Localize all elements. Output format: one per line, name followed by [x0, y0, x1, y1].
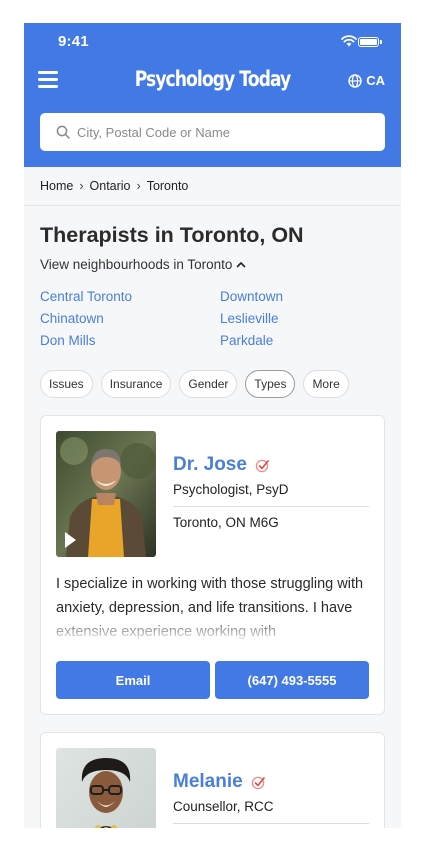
breadcrumb-toronto[interactable]: Toronto [147, 179, 189, 193]
therapist-name-link[interactable]: Melanie [173, 771, 266, 793]
neighbourhood-link-downtown[interactable]: Downtown [220, 289, 283, 304]
card-divider [173, 823, 369, 824]
therapist-card[interactable]: Melanie Counsellor, RCC [40, 732, 385, 828]
therapist-card[interactable]: Dr. Jose Psychologist, PsyD Toronto, ON … [40, 415, 385, 715]
therapist-photo[interactable] [56, 748, 156, 828]
search-bar[interactable] [40, 113, 385, 151]
verified-check-icon [255, 459, 269, 472]
filter-chip-issues[interactable]: Issues [40, 370, 93, 398]
search-input[interactable] [77, 124, 357, 140]
email-button[interactable]: Email [56, 661, 210, 699]
filter-chip-types[interactable]: Types [245, 370, 296, 398]
therapist-bio: I specialize in working with those strug… [56, 572, 372, 640]
phone-button[interactable]: (647) 493-5555 [215, 661, 369, 699]
hamburger-menu-icon[interactable] [38, 71, 58, 88]
neighbourhood-link-don-mills[interactable]: Don Mills [40, 333, 96, 348]
header: 9:41 Psychology Today CA [24, 23, 401, 167]
battery-tip [380, 40, 382, 44]
neighbourhood-link-parkdale[interactable]: Parkdale [220, 333, 273, 348]
brand-logo[interactable]: Psychology Today [58, 67, 367, 91]
breadcrumb-home[interactable]: Home [40, 179, 73, 193]
play-video-icon[interactable] [65, 532, 76, 548]
region-selector[interactable]: CA [348, 73, 385, 88]
breadcrumb-separator-icon: › [136, 179, 141, 193]
breadcrumb-separator-icon: › [79, 179, 84, 193]
page-title: Therapists in Toronto, ON [40, 223, 304, 247]
filter-chip-gender[interactable]: Gender [179, 370, 238, 398]
neighbourhood-link-chinatown[interactable]: Chinatown [40, 311, 104, 326]
neighbourhoods-toggle[interactable]: View neighbourhoods in Toronto [40, 257, 246, 272]
filter-chips: Issues Insurance Gender Types More [40, 370, 349, 398]
nav-row: Psychology Today CA [24, 61, 401, 106]
therapist-credentials: Counsellor, RCC [173, 799, 274, 814]
status-bar: 9:41 [24, 23, 401, 61]
neighbourhood-link-central-toronto[interactable]: Central Toronto [40, 289, 132, 304]
battery-icon [358, 37, 379, 47]
card-divider [173, 506, 369, 507]
region-label: CA [366, 73, 385, 88]
therapist-name: Melanie [173, 771, 243, 792]
therapist-photo[interactable] [56, 431, 156, 557]
therapist-portrait-image [56, 748, 156, 828]
therapist-name: Dr. Jose [173, 454, 247, 475]
status-time: 9:41 [58, 33, 89, 50]
filter-chip-more[interactable]: More [303, 370, 349, 398]
therapist-credentials: Psychologist, PsyD [173, 482, 289, 497]
neighbourhood-link-leslieville[interactable]: Leslieville [220, 311, 279, 326]
wifi-icon [341, 35, 357, 47]
globe-icon [348, 73, 362, 88]
verified-check-icon [251, 776, 265, 789]
breadcrumb-ontario[interactable]: Ontario [90, 179, 131, 193]
therapist-location: Toronto, ON M6G [173, 515, 279, 530]
phone-screen: 9:41 Psychology Today CA City, Postal Co… [24, 23, 401, 828]
filter-chip-insurance[interactable]: Insurance [100, 370, 172, 398]
search-icon [56, 125, 70, 139]
chevron-up-icon [237, 262, 246, 268]
breadcrumb: Home › Ontario › Toronto [24, 167, 401, 206]
therapist-name-link[interactable]: Dr. Jose [173, 454, 270, 476]
neighbourhoods-toggle-label: View neighbourhoods in Toronto [40, 257, 233, 272]
